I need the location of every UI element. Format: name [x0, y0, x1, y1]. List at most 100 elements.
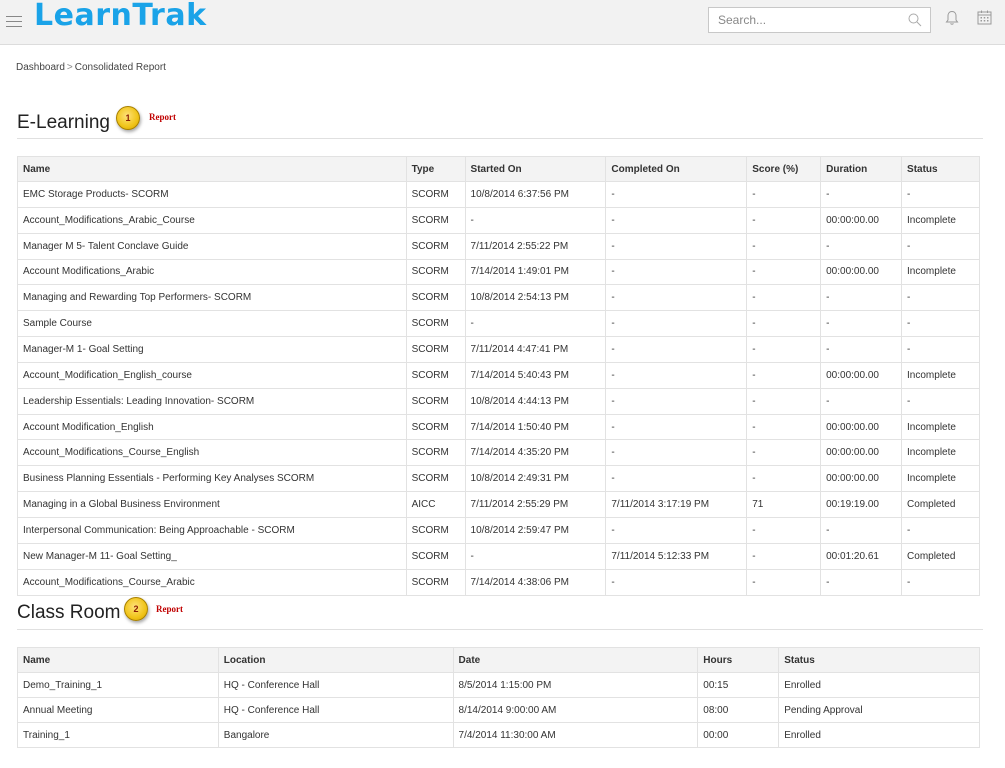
- cell-name[interactable]: Account Modification_English: [17, 413, 407, 441]
- cell-completed-on: -: [605, 310, 748, 338]
- cell-completed-on: 7/11/2014 5:12:33 PM: [605, 542, 748, 570]
- col-date: Date: [452, 647, 699, 673]
- cell-hours: 00:15: [697, 672, 780, 698]
- cell-duration: 00:19:19.00: [820, 491, 903, 518]
- col-completed-on: Completed On: [605, 156, 748, 182]
- cell-duration: 00:00:00.00: [820, 439, 903, 467]
- cell-status: Pending Approval: [778, 697, 980, 723]
- cell-location: HQ - Conference Hall: [217, 697, 454, 723]
- col-duration: Duration: [820, 156, 903, 182]
- cell-started-on: 10/8/2014 2:59:47 PM: [464, 516, 607, 544]
- table-row[interactable]: Training_1 Bangalore 7/4/2014 11:30:00 AM 0…: [17, 722, 980, 748]
- breadcrumb-dashboard-link[interactable]: Dashboard: [16, 62, 65, 73]
- cell-score: -: [746, 361, 822, 389]
- cell-type: SCORM: [405, 568, 466, 596]
- cell-type: SCORM: [405, 258, 466, 286]
- table-row[interactable]: Account_Modifications_Course_Arabic SCORM…: [17, 568, 980, 596]
- table-row[interactable]: Leadership Essentials: Leading Innovatio…: [17, 387, 980, 415]
- cell-score: -: [746, 206, 822, 234]
- cell-completed-on: -: [605, 387, 748, 415]
- cell-name[interactable]: Account_Modifications_Arabic_Course: [17, 206, 407, 234]
- cell-score: 71: [746, 491, 822, 518]
- cell-duration: 00:00:00.00: [820, 206, 903, 234]
- table-row[interactable]: EMC Storage Products- SCORM SCORM 10/8/201…: [17, 181, 980, 208]
- cell-type: SCORM: [405, 542, 466, 570]
- cell-name[interactable]: Account Modifications_Arabic: [17, 258, 407, 286]
- cell-completed-on: -: [605, 568, 748, 596]
- table-row[interactable]: Business Planning Essentials - Performin…: [17, 465, 980, 493]
- cell-name[interactable]: Business Planning Essentials - Performin…: [17, 465, 407, 493]
- cell-status: -: [901, 310, 980, 338]
- table-row[interactable]: Managing in a Global Business Environmen…: [17, 491, 980, 518]
- cell-duration: -: [820, 387, 903, 415]
- col-name: Name: [17, 647, 219, 673]
- cell-name[interactable]: Sample Course: [17, 310, 407, 338]
- table-row[interactable]: Sample Course SCORM - - - - -: [17, 310, 980, 338]
- cell-started-on: 10/8/2014 2:49:31 PM: [464, 465, 607, 493]
- elearning-title: E-Learning: [17, 112, 110, 133]
- cell-name[interactable]: Managing and Rewarding Top Performers- S…: [17, 284, 407, 312]
- hamburger-menu-icon[interactable]: [6, 16, 22, 28]
- cell-duration: 00:01:20.61: [820, 542, 903, 570]
- cell-status: Incomplete: [901, 465, 980, 493]
- table-row[interactable]: Manager M 5- Talent Conclave Guide SCORM 7…: [17, 232, 980, 260]
- table-row[interactable]: Manager-M 1- Goal Setting SCORM 7/11/2014 …: [17, 336, 980, 363]
- cell-score: -: [746, 439, 822, 467]
- cell-completed-on: -: [605, 181, 748, 208]
- cell-name[interactable]: Account_Modification_English_course: [17, 361, 407, 389]
- cell-name[interactable]: Interpersonal Communication: Being Appro…: [17, 516, 407, 544]
- cell-started-on: 7/11/2014 2:55:29 PM: [464, 491, 607, 518]
- cell-status: Incomplete: [901, 258, 980, 286]
- table-row[interactable]: Interpersonal Communication: Being Appro…: [17, 516, 980, 544]
- cell-status: -: [901, 516, 980, 544]
- table-header-row: Name Type Started On Completed On Score …: [17, 156, 980, 182]
- table-row[interactable]: Managing and Rewarding Top Performers- S…: [17, 284, 980, 312]
- cell-type: SCORM: [405, 181, 466, 208]
- cell-status: Enrolled: [778, 672, 980, 698]
- cell-completed-on: -: [605, 465, 748, 493]
- cell-score: -: [746, 258, 822, 286]
- bell-icon[interactable]: [945, 10, 959, 26]
- cell-duration: 00:00:00.00: [820, 258, 903, 286]
- calendar-icon[interactable]: [977, 10, 992, 25]
- table-row[interactable]: New Manager-M 11- Goal Setting_ SCORM -7/1…: [17, 542, 980, 570]
- search-input[interactable]: [709, 8, 899, 32]
- cell-hours: 00:00: [697, 722, 780, 748]
- cell-score: -: [746, 336, 822, 363]
- table-header-row: Name Location Date Hours Status: [17, 647, 980, 673]
- cell-name[interactable]: EMC Storage Products- SCORM: [17, 181, 407, 208]
- callout-label-2: Report: [156, 604, 183, 614]
- table-row[interactable]: Account_Modifications_Arabic_Course SCORM…: [17, 206, 980, 234]
- search-icon[interactable]: [908, 13, 922, 27]
- cell-name[interactable]: Demo_Training_1: [17, 672, 219, 698]
- cell-name[interactable]: New Manager-M 11- Goal Setting_: [17, 542, 407, 570]
- breadcrumb-current: Consolidated Report: [74, 62, 166, 73]
- cell-name[interactable]: Training_1: [17, 722, 219, 748]
- cell-name[interactable]: Account_Modifications_Course_Arabic: [17, 568, 407, 596]
- cell-name[interactable]: Account_Modifications_Course_English: [17, 439, 407, 467]
- col-name: Name: [17, 156, 407, 182]
- cell-started-on: 10/8/2014 4:44:13 PM: [464, 387, 607, 415]
- classroom-title: Class Room: [17, 602, 121, 623]
- cell-hours: 08:00: [697, 697, 780, 723]
- cell-score: -: [746, 181, 822, 208]
- app-logo[interactable]: LearnTrak: [34, 0, 207, 33]
- table-row[interactable]: Demo_Training_1 HQ - Conference Hall 8/5/2…: [17, 672, 980, 698]
- table-row[interactable]: Annual Meeting HQ - Conference Hall 8/14/2…: [17, 697, 980, 723]
- cell-name[interactable]: Manager-M 1- Goal Setting: [17, 336, 407, 363]
- table-row[interactable]: Account Modifications_Arabic SCORM 7/14/20…: [17, 258, 980, 286]
- table-row[interactable]: Account_Modifications_Course_English SCOR…: [17, 439, 980, 467]
- table-row[interactable]: Account_Modification_English_course SCORM…: [17, 361, 980, 389]
- cell-location: HQ - Conference Hall: [217, 672, 454, 698]
- table-row[interactable]: Account Modification_English SCORM 7/14/20…: [17, 413, 980, 441]
- cell-completed-on: -: [605, 258, 748, 286]
- cell-score: -: [746, 413, 822, 441]
- search-box[interactable]: [708, 7, 931, 33]
- cell-name[interactable]: Leadership Essentials: Leading Innovatio…: [17, 387, 407, 415]
- cell-name[interactable]: Managing in a Global Business Environmen…: [17, 491, 407, 518]
- cell-status: -: [901, 568, 980, 596]
- cell-name[interactable]: Manager M 5- Talent Conclave Guide: [17, 232, 407, 260]
- cell-type: SCORM: [405, 465, 466, 493]
- cell-name[interactable]: Annual Meeting: [17, 697, 219, 723]
- cell-duration: -: [820, 232, 903, 260]
